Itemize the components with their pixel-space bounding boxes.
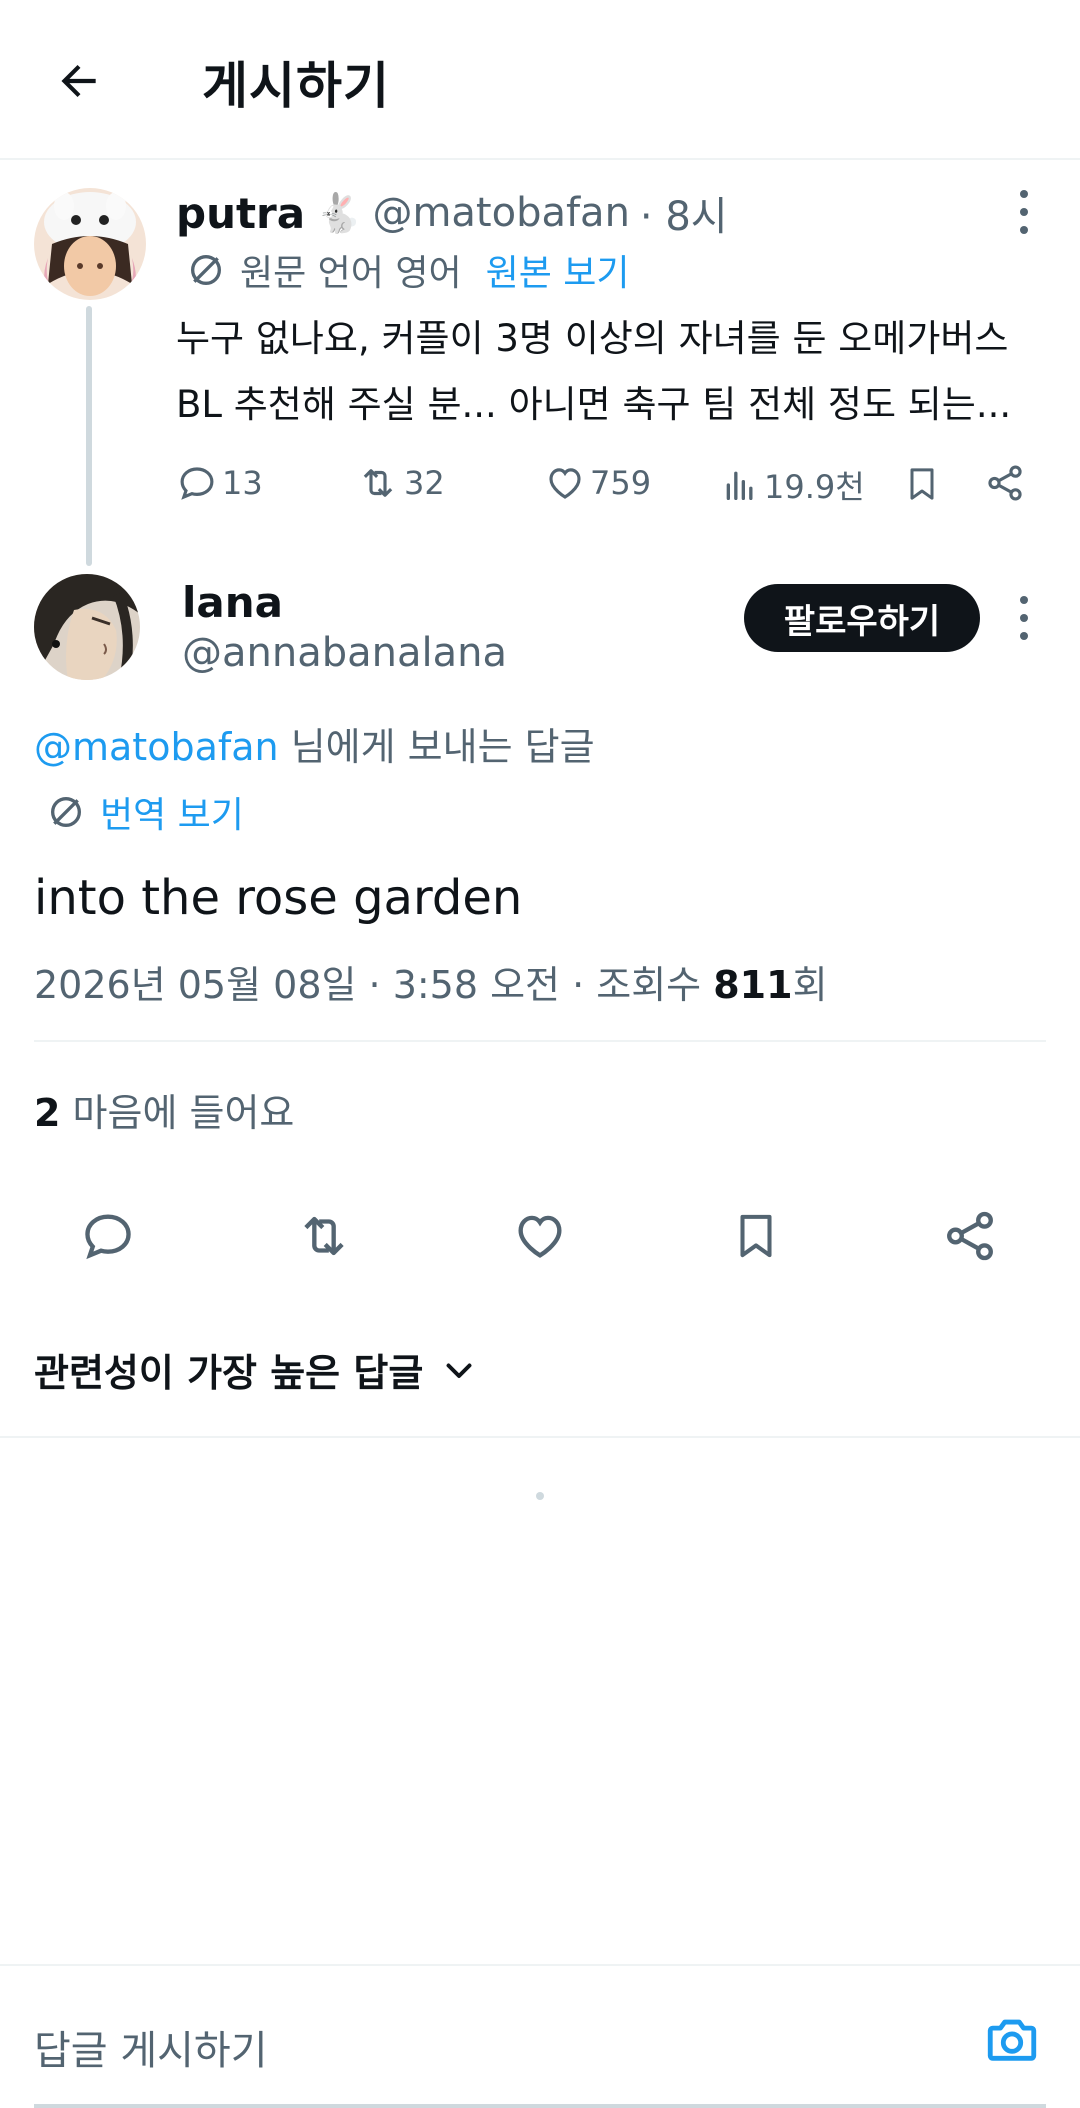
loading-indicator bbox=[536, 1492, 544, 1500]
reply-author-handle[interactable]: @annabanalana bbox=[182, 630, 507, 676]
like-icon bbox=[518, 1215, 562, 1258]
camera-icon bbox=[987, 2019, 1037, 2061]
sort-label: 관련성이 가장 높은 답글 bbox=[34, 1351, 424, 1395]
views-count: 811 bbox=[713, 963, 793, 1007]
views-icon bbox=[726, 471, 753, 500]
avatar-lana[interactable] bbox=[34, 574, 140, 680]
bookmark-button[interactable] bbox=[902, 462, 942, 506]
reply-context: @matobafan 님에게 보내는 답글 bbox=[34, 716, 595, 771]
reply-button[interactable] bbox=[68, 1196, 148, 1276]
views-count: 19.9천 bbox=[764, 468, 865, 506]
reply-composer: 답글 게시하기 bbox=[0, 1964, 1080, 2108]
like-button[interactable] bbox=[500, 1196, 580, 1276]
reply-icon bbox=[85, 1214, 131, 1260]
reply-author-name[interactable]: lana bbox=[182, 578, 283, 627]
divider bbox=[0, 1436, 1080, 1438]
repost-count: 32 bbox=[404, 464, 445, 502]
reply-to-handle-link[interactable]: @matobafan bbox=[34, 725, 279, 769]
translate-link[interactable]: 번역 보기 bbox=[100, 786, 244, 838]
likes-count: 2 bbox=[34, 1091, 61, 1135]
input-underline bbox=[34, 2104, 1046, 2108]
reply-icon bbox=[180, 467, 214, 500]
translation-row: 원문 언어 영어 원본 보기 bbox=[186, 244, 630, 296]
original-language-label: 원문 언어 영어 bbox=[240, 253, 462, 294]
timestamp-text: 2026년 05월 08일 · 3:58 오전 · 조회수 bbox=[34, 963, 714, 1007]
share-button[interactable] bbox=[930, 1196, 1010, 1276]
reply-button[interactable]: 13 bbox=[176, 462, 263, 504]
back-button[interactable] bbox=[48, 50, 110, 112]
repost-button[interactable]: 32 bbox=[356, 462, 445, 504]
page-title: 게시하기 bbox=[202, 57, 390, 115]
author-handle[interactable]: @matobafan bbox=[372, 190, 629, 236]
views-button[interactable]: 19.9천 bbox=[720, 462, 865, 508]
like-button[interactable]: 759 bbox=[544, 462, 651, 504]
show-original-link[interactable]: 원본 보기 bbox=[486, 244, 630, 296]
name-emoji: 🐇 bbox=[315, 190, 363, 235]
share-button[interactable] bbox=[984, 462, 1026, 504]
reply-tweet-text: into the rose garden bbox=[34, 870, 523, 926]
likes-label: 마음에 들어요 bbox=[60, 1091, 295, 1135]
repost-button[interactable] bbox=[284, 1196, 364, 1276]
like-count: 759 bbox=[590, 464, 652, 502]
top-bar: 게시하기 bbox=[0, 0, 1080, 160]
translate-icon bbox=[51, 797, 81, 827]
back-arrow-icon bbox=[61, 64, 96, 98]
tweet-text-line: 누구 없나요, 커플이 3명 이상의 자녀를 둔 오메가버스 bbox=[176, 317, 1009, 360]
more-icon[interactable] bbox=[1014, 190, 1034, 234]
author-name[interactable]: putra bbox=[176, 189, 305, 238]
repost-icon bbox=[304, 1216, 344, 1256]
likes-summary[interactable]: 2 마음에 들어요 bbox=[34, 1082, 294, 1137]
repost-icon bbox=[363, 469, 393, 497]
post-time: · 8시 bbox=[639, 194, 728, 240]
translate-row[interactable]: 번역 보기 bbox=[46, 786, 244, 838]
sort-replies-dropdown[interactable]: 관련성이 가장 높은 답글 bbox=[34, 1342, 477, 1397]
chevron-down-icon bbox=[446, 1363, 472, 1378]
translate-icon bbox=[191, 255, 221, 285]
reply-input[interactable]: 답글 게시하기 bbox=[34, 2018, 268, 2076]
follow-button[interactable]: 팔로우하기 bbox=[744, 584, 980, 652]
bookmark-button[interactable] bbox=[716, 1196, 796, 1276]
bookmark-icon bbox=[740, 1214, 772, 1258]
avatar-putra[interactable] bbox=[34, 188, 146, 300]
bookmark-icon bbox=[910, 468, 934, 500]
share-icon bbox=[947, 1211, 993, 1261]
parent-tweet-text: 누구 없나요, 커플이 3명 이상의 자녀를 둔 오메가버스 BL 추천해 주실… bbox=[176, 306, 1036, 438]
parent-tweet-header: putra 🐇 @matobafan · 8시 bbox=[176, 184, 728, 242]
tweet-timestamp: 2026년 05월 08일 · 3:58 오전 · 조회수 811회 bbox=[34, 954, 828, 1009]
reply-to-label: 님에게 보내는 답글 bbox=[278, 725, 595, 769]
parent-tweet-actions: 13 32 759 19.9천 bbox=[176, 462, 1036, 518]
share-icon bbox=[988, 465, 1022, 501]
views-suffix: 회 bbox=[792, 963, 828, 1007]
reply-tweet-actions bbox=[0, 1196, 1080, 1276]
reply-count: 13 bbox=[222, 464, 263, 502]
more-icon[interactable] bbox=[1014, 596, 1034, 640]
like-icon bbox=[549, 468, 581, 499]
divider bbox=[34, 1040, 1046, 1042]
camera-button[interactable] bbox=[982, 2010, 1046, 2070]
tweet-text-line: BL 추천해 주실 분... 아니면 축구 팀 전체 정도 되는... bbox=[176, 383, 1012, 426]
thread-connector bbox=[86, 306, 92, 566]
